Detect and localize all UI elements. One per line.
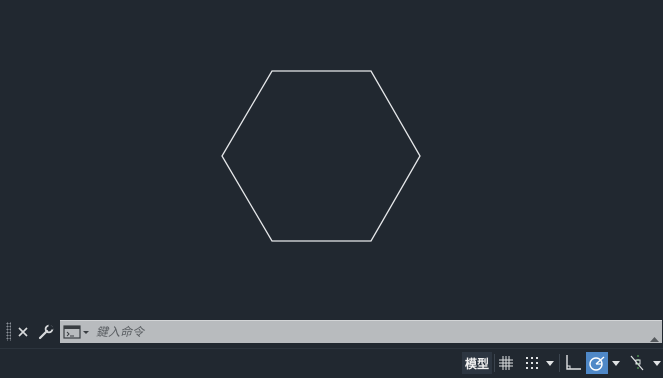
status-bar: 模型 [0, 348, 663, 378]
wrench-icon[interactable] [37, 322, 55, 341]
hexagon-shape[interactable] [221, 70, 421, 242]
grip-icon[interactable] [6, 322, 11, 341]
grid-icon [499, 356, 513, 370]
object-snap-dropdown-icon[interactable] [651, 352, 663, 374]
model-tab[interactable]: 模型 [462, 352, 492, 374]
polar-tracking-icon [589, 356, 605, 371]
snap-dropdown-icon[interactable] [544, 352, 556, 374]
command-prompt-icon[interactable] [63, 323, 91, 341]
scroll-up-icon[interactable] [650, 328, 659, 347]
polar-dropdown-icon[interactable] [610, 352, 622, 374]
grid-toggle-button[interactable] [496, 352, 516, 374]
model-tab-label: 模型 [464, 356, 489, 371]
command-input-box[interactable] [60, 320, 662, 343]
object-snap-tracking-button[interactable] [626, 352, 650, 374]
ortho-toggle-button[interactable] [562, 352, 584, 374]
ortho-icon [566, 355, 581, 370]
drawing-canvas[interactable] [0, 0, 663, 318]
object-snap-track-icon [630, 355, 644, 371]
snap-icon [526, 357, 538, 369]
polar-toggle-button[interactable] [586, 352, 608, 374]
snap-toggle-button[interactable] [522, 352, 542, 374]
command-line-bar [0, 318, 663, 345]
command-input[interactable] [96, 324, 636, 340]
close-icon[interactable] [15, 322, 31, 341]
